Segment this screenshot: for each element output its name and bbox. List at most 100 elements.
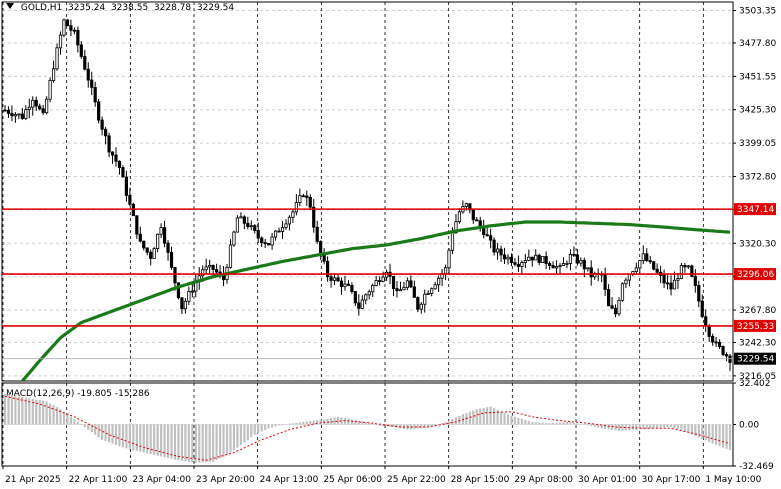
macd-histogram-bar	[107, 424, 111, 443]
current-price-label: 3229.54	[737, 355, 774, 365]
candle-body	[346, 283, 351, 286]
macd-tick-label: 0.00	[739, 420, 759, 430]
macd-histogram-bar	[590, 424, 593, 426]
candle-body	[58, 34, 63, 49]
time-tick-label: 30 Apr 01:00	[578, 475, 637, 485]
candle-body	[138, 233, 142, 242]
macd-histogram-bar	[555, 422, 558, 425]
time-tick-label: 23 Apr 20:00	[196, 475, 255, 485]
candle-body	[391, 275, 396, 289]
candle-body	[575, 254, 579, 264]
price-tick-label: 3477.80	[739, 39, 776, 49]
candle-body	[548, 263, 552, 267]
macd-histogram-bar	[350, 419, 353, 425]
macd-histogram-bar	[267, 424, 270, 429]
macd-histogram-bar	[610, 424, 614, 430]
candle-body	[641, 253, 645, 261]
candle-body	[239, 216, 243, 219]
time-tick-label: 22 Apr 11:00	[69, 475, 128, 485]
macd-histogram-bar	[399, 424, 402, 429]
candle-body	[492, 239, 496, 253]
macd-histogram-bar	[305, 421, 308, 425]
macd-histogram-bar	[139, 424, 142, 452]
candle-body	[568, 253, 573, 264]
candle-body	[586, 267, 590, 270]
macd-histogram-bar	[645, 424, 648, 429]
candle-body	[27, 106, 31, 111]
macd-histogram-bar	[243, 424, 246, 443]
macd-histogram-bar	[569, 422, 572, 425]
candle-body	[409, 280, 413, 288]
macd-histogram-bar	[218, 424, 222, 459]
macd-histogram-bar	[101, 424, 104, 440]
candle-body	[683, 264, 687, 268]
time-tick-label: 29 Apr 08:00	[514, 475, 573, 485]
candle-body	[38, 105, 42, 110]
candle-body	[6, 109, 11, 114]
macd-histogram-bar	[361, 421, 364, 425]
macd-histogram-bar	[447, 420, 451, 425]
macd-histogram-bar	[205, 424, 208, 463]
macd-histogram-bar	[257, 424, 260, 434]
candle-body	[447, 249, 451, 269]
candle-body	[558, 265, 562, 268]
macd-histogram-bar	[291, 423, 295, 425]
candle-body	[97, 101, 101, 121]
candle-body	[13, 114, 18, 117]
candle-body	[284, 223, 288, 228]
macd-histogram-bar	[66, 414, 69, 425]
macd-histogram-bar	[579, 423, 582, 425]
macd-histogram-bar	[451, 419, 454, 425]
candle-body	[336, 277, 340, 282]
candle-body	[308, 197, 312, 208]
candle-body	[506, 256, 510, 260]
price-level-label: 3296.06	[737, 270, 774, 280]
candle-body	[589, 267, 593, 278]
macd-histogram-bar	[420, 424, 423, 429]
macd-histogram-bar	[475, 409, 478, 425]
candle-body	[520, 262, 524, 267]
macd-histogram-bar	[482, 407, 485, 425]
candle-body	[208, 264, 212, 268]
macd-histogram-bar	[499, 411, 503, 425]
candle-body	[711, 336, 715, 343]
candle-body	[534, 254, 538, 261]
candle-body	[100, 119, 104, 130]
price-chart[interactable]: 3503.35 3477.80 3451.55 3425.30 3399.05 3372.…	[0, 0, 781, 489]
candle-body	[294, 202, 298, 213]
macd-histogram-bar	[326, 418, 329, 425]
candle-body	[551, 265, 555, 269]
candle-body	[402, 287, 406, 291]
macd-histogram-bar	[281, 424, 284, 426]
macd-histogram-bar	[662, 424, 666, 428]
time-tick-label: 21 Apr 2025	[5, 475, 61, 485]
candle-body	[693, 275, 697, 286]
macd-histogram-bar	[534, 422, 537, 425]
macd-histogram-bar	[295, 422, 298, 425]
macd-histogram-bar	[704, 424, 707, 441]
candle-body	[652, 261, 656, 270]
candle-body	[419, 303, 423, 310]
candle-body	[187, 291, 191, 302]
macd-histogram-bar	[87, 424, 90, 430]
candle-body	[582, 260, 586, 270]
macd-histogram-bar	[718, 424, 721, 447]
macd-histogram-bar	[215, 424, 218, 460]
macd-histogram-bar	[121, 424, 125, 448]
candle-body	[374, 280, 378, 286]
candle-body	[516, 263, 520, 267]
candle-body	[260, 237, 264, 243]
macd-histogram-bar	[177, 424, 180, 461]
macd-histogram-bar	[288, 423, 291, 425]
macd-histogram-bar	[239, 424, 242, 445]
macd-histogram-bar	[586, 424, 589, 426]
candle-body	[83, 56, 87, 70]
macd-histogram-bar	[198, 424, 201, 463]
macd-histogram-bar	[284, 424, 288, 425]
macd-histogram-bar	[458, 415, 461, 425]
candle-body	[572, 253, 576, 256]
candle-body	[686, 265, 690, 268]
macd-histogram-bar	[725, 424, 728, 449]
candle-body	[204, 266, 208, 271]
macd-histogram-bar	[246, 424, 249, 440]
